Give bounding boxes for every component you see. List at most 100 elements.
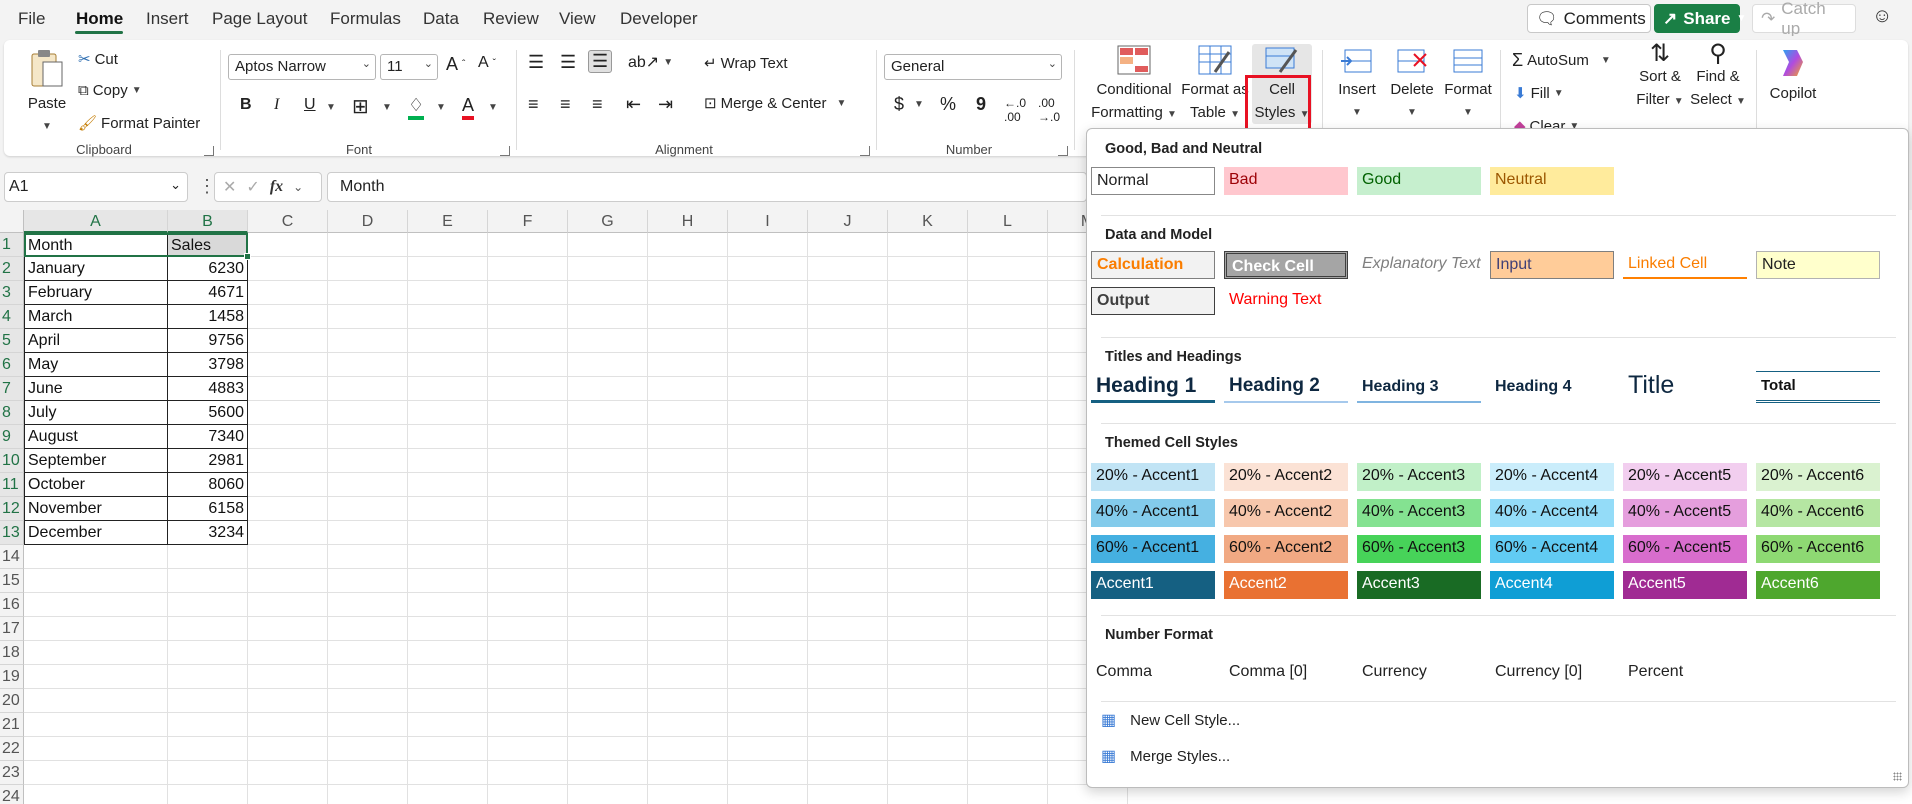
style-output[interactable]: Output [1091,287,1215,315]
style-warning-text[interactable]: Warning Text [1224,287,1348,315]
column-header-f[interactable]: F [488,210,568,233]
align-bottom-icon[interactable]: ☰ [588,50,613,73]
align-center-icon[interactable]: ≡ [560,94,571,115]
decrease-font-icon[interactable]: Aˇ [478,54,496,72]
cell-a7[interactable]: June [24,377,168,401]
style-input[interactable]: Input [1490,251,1614,279]
borders-icon[interactable]: ⊞ [352,94,369,119]
style-accent2[interactable]: Accent2 [1224,571,1348,599]
menu-page-layout[interactable]: Page Layout [212,9,307,29]
cell-a2[interactable]: January [24,257,168,281]
cell-b4[interactable]: 1458 [168,305,248,329]
alignment-launcher[interactable] [860,146,870,156]
style-heading-2[interactable]: Heading 2 [1224,371,1348,403]
cell-a10[interactable]: September [24,449,168,473]
menu-insert[interactable]: Insert [146,9,189,29]
cell-b1[interactable]: Sales [168,233,248,257]
row-header-23[interactable]: 23 [0,761,24,785]
style-linked-cell[interactable]: Linked Cell [1623,251,1747,279]
column-header-d[interactable]: D [328,210,408,233]
copy-button[interactable]: ⧉ Copy ▼ [78,82,142,99]
row-header-20[interactable]: 20 [0,689,24,713]
style-check-cell[interactable]: Check Cell [1224,251,1348,279]
comma-style-button[interactable]: 9 [976,94,986,115]
row-header-7[interactable]: 7 [0,377,24,401]
style-accent6[interactable]: Accent6 [1756,571,1880,599]
cell-a1[interactable]: Month [24,233,168,257]
style-accent1[interactable]: Accent1 [1091,571,1215,599]
delete-cells-button[interactable]: Delete ▼ [1384,46,1440,122]
chevron-down-icon[interactable]: ▼ [326,102,336,113]
chevron-down-icon[interactable]: ▼ [382,102,392,113]
align-top-icon[interactable]: ☰ [528,52,544,73]
italic-button[interactable]: I [274,96,279,114]
style-heading-1[interactable]: Heading 1 [1091,371,1215,403]
row-header-12[interactable]: 12 [0,497,24,521]
style-40pct-accent3[interactable]: 40% - Accent3 [1357,499,1481,527]
account-icon[interactable]: ☺ [1872,5,1892,28]
merge-center-button[interactable]: ⊡ Merge & Center ▼ [704,94,846,113]
style-40pct-accent1[interactable]: 40% - Accent1 [1091,499,1215,527]
format-as-table-button[interactable]: Format as Table ▼ [1180,44,1250,124]
format-painter-button[interactable]: 🖌 Format Painter [78,114,200,133]
cell-a3[interactable]: February [24,281,168,305]
style-currency[interactable]: Currency [1357,659,1481,687]
cell-b7[interactable]: 4883 [168,377,248,401]
number-format-select[interactable]: General ⌄ [884,54,1062,80]
style-40pct-accent2[interactable]: 40% - Accent2 [1224,499,1348,527]
row-header-1[interactable]: 1 [0,233,24,257]
chevron-down-icon[interactable]: ▼ [436,102,446,113]
cell-a5[interactable]: April [24,329,168,353]
share-button[interactable]: ↗ Share ▼ [1654,4,1746,33]
column-header-h[interactable]: H [648,210,728,233]
row-header-3[interactable]: 3 [0,281,24,305]
new-cell-style-item[interactable]: ▦ New Cell Style... [1101,707,1240,733]
style-title[interactable]: Title [1623,371,1747,403]
style-20pct-accent6[interactable]: 20% - Accent6 [1756,463,1880,491]
cell-b13[interactable]: 3234 [168,521,248,545]
column-header-g[interactable]: G [568,210,648,233]
row-header-21[interactable]: 21 [0,713,24,737]
column-header-l[interactable]: L [968,210,1048,233]
style-total[interactable]: Total [1756,371,1880,403]
cell-a4[interactable]: March [24,305,168,329]
column-header-c[interactable]: C [248,210,328,233]
style-60pct-accent4[interactable]: 60% - Accent4 [1490,535,1614,563]
row-header-4[interactable]: 4 [0,305,24,329]
style-60pct-accent5[interactable]: 60% - Accent5 [1623,535,1747,563]
row-header-9[interactable]: 9 [0,425,24,449]
cell-a8[interactable]: July [24,401,168,425]
style-40pct-accent4[interactable]: 40% - Accent4 [1490,499,1614,527]
cell-b2[interactable]: 6230 [168,257,248,281]
autosum-button[interactable]: Σ AutoSum ▼ [1512,50,1611,71]
cell-b9[interactable]: 7340 [168,425,248,449]
cell-b6[interactable]: 3798 [168,353,248,377]
wrap-text-button[interactable]: ↵ Wrap Text [704,54,788,73]
row-header-8[interactable]: 8 [0,401,24,425]
style-60pct-accent3[interactable]: 60% - Accent3 [1357,535,1481,563]
cell-b11[interactable]: 8060 [168,473,248,497]
menu-view[interactable]: View [559,9,596,29]
align-right-icon[interactable]: ≡ [592,94,603,115]
comments-button[interactable]: 🗨 Comments [1527,4,1651,33]
cell-b12[interactable]: 6158 [168,497,248,521]
row-header-22[interactable]: 22 [0,737,24,761]
cell-b5[interactable]: 9756 [168,329,248,353]
column-header-b[interactable]: B [168,210,248,233]
style-bad[interactable]: Bad [1224,167,1348,195]
cell-b10[interactable]: 2981 [168,449,248,473]
row-header-2[interactable]: 2 [0,257,24,281]
percent-style-button[interactable]: % [940,94,956,115]
cell-a6[interactable]: May [24,353,168,377]
cell-b8[interactable]: 5600 [168,401,248,425]
currency-format-button[interactable]: $ ▼ [894,94,924,115]
select-all-corner[interactable] [0,210,24,233]
decrease-decimal-icon[interactable]: .00 →.0 [1038,96,1060,124]
style-accent3[interactable]: Accent3 [1357,571,1481,599]
menu-data[interactable]: Data [423,9,459,29]
fill-button[interactable]: ⬇ Fill ▼ [1514,84,1564,103]
font-name-select[interactable]: Aptos Narrow ⌄ [228,54,376,80]
row-header-19[interactable]: 19 [0,665,24,689]
cell-a13[interactable]: December [24,521,168,545]
font-launcher[interactable] [500,146,510,156]
